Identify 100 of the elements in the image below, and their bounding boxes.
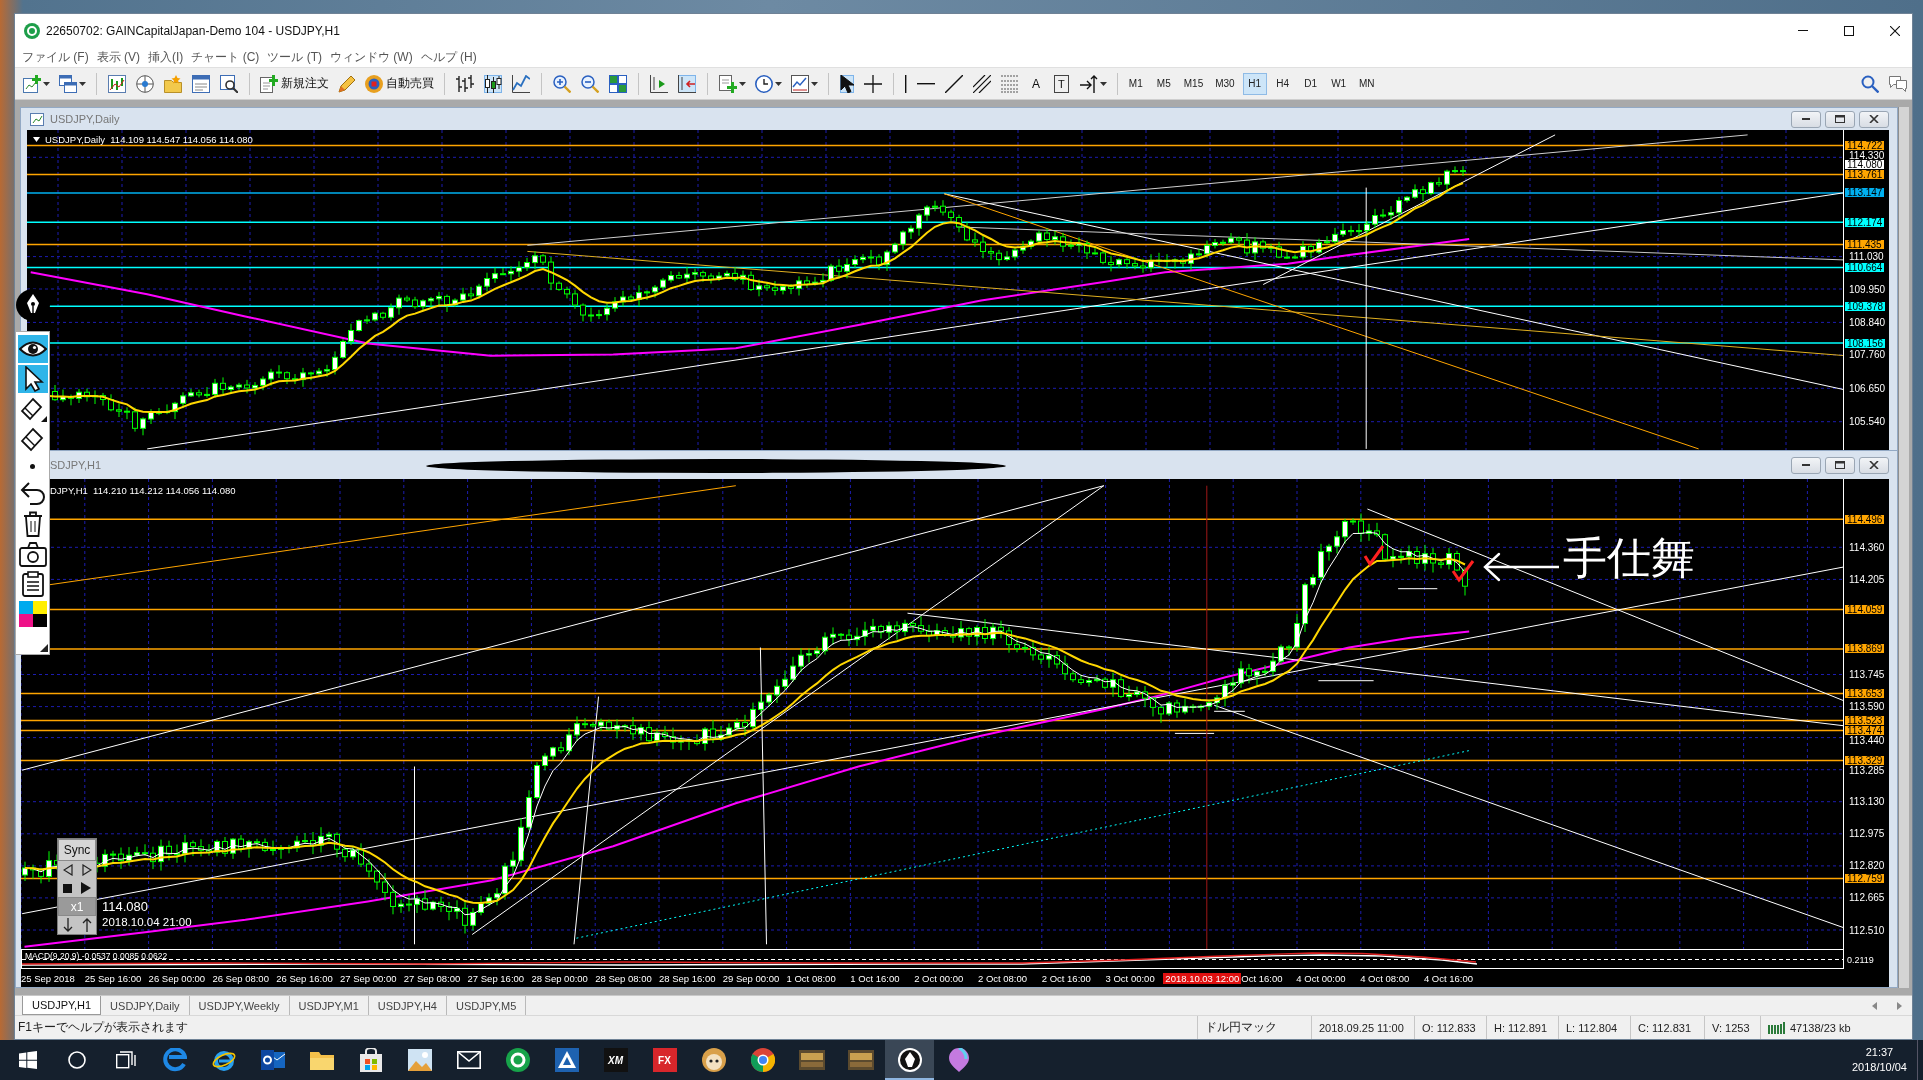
chat-bubbles-icon[interactable] [1889, 74, 1907, 93]
timeframe-button[interactable]: M5 [1151, 72, 1176, 95]
maximize-icon[interactable] [1844, 25, 1854, 36]
candlestick-icon[interactable] [484, 74, 502, 93]
restore-button[interactable] [1825, 110, 1855, 128]
step-back-icon[interactable] [62, 864, 73, 876]
vertical-scrollbar[interactable] [1898, 107, 1909, 988]
pinwheel-circle-icon[interactable] [750, 1048, 775, 1072]
picture-icon[interactable] [407, 1049, 432, 1071]
timeframe-button[interactable]: M1 [1123, 72, 1148, 95]
caret-icon[interactable] [43, 81, 50, 86]
stop-icon[interactable] [62, 883, 72, 893]
eye-icon[interactable] [17, 335, 48, 363]
minimize-button[interactable] [1791, 110, 1821, 128]
circle-app-icon[interactable] [505, 1048, 530, 1072]
caret-icon[interactable] [775, 81, 782, 86]
timeframe-button[interactable]: D1 [1298, 72, 1323, 95]
restore-button[interactable] [1825, 456, 1855, 474]
folder-star-icon[interactable] [164, 74, 182, 93]
auto-scroll-icon[interactable] [650, 74, 668, 93]
orbit-ring-icon[interactable] [211, 1048, 236, 1072]
pen-nib-icon[interactable] [15, 289, 50, 321]
caret-icon[interactable] [811, 81, 818, 86]
menu-item[interactable]: 挿入(I) [145, 47, 187, 67]
close-button[interactable] [1859, 110, 1889, 128]
ring-icon[interactable] [162, 1048, 187, 1072]
search-icon[interactable] [67, 1051, 86, 1069]
close-button[interactable] [1859, 456, 1889, 474]
pencil-icon[interactable] [338, 74, 356, 93]
caret-icon[interactable] [1099, 81, 1107, 86]
parallel-lines-icon[interactable] [973, 74, 991, 93]
zoom-in-icon[interactable] [553, 74, 571, 93]
thumbnail-icon[interactable] [847, 1050, 874, 1070]
start-icon[interactable] [18, 1051, 37, 1069]
zoom-out-icon[interactable] [581, 74, 599, 93]
sync-button[interactable]: Sync [58, 839, 96, 861]
document-plus-icon[interactable] [719, 74, 737, 93]
menu-item[interactable]: ヘルプ (H) [417, 47, 480, 67]
color-grid-icon[interactable] [17, 600, 48, 628]
down-arrow-icon[interactable] [62, 918, 73, 932]
clock-time[interactable]: 21:37 [1865, 1045, 1894, 1060]
app-logo-tile[interactable]: XM [603, 1048, 628, 1072]
minimize-button[interactable] [1791, 456, 1821, 474]
chart-plus-icon[interactable] [23, 74, 41, 93]
menu-item[interactable]: ファイル (F) [19, 47, 92, 67]
timeframe-button[interactable]: MN [1354, 72, 1379, 95]
envelope-icon[interactable] [456, 1051, 481, 1069]
chart-window-icon[interactable] [108, 74, 126, 93]
clock-icon[interactable] [755, 74, 773, 93]
step-forward-icon[interactable] [81, 864, 92, 876]
menu-item[interactable]: 表示 (V) [93, 47, 143, 67]
timeframe-button[interactable]: H4 [1270, 72, 1295, 95]
auto-trading-button[interactable]: 自動売買 [361, 71, 438, 96]
caret-icon[interactable] [739, 81, 746, 86]
up-arrow-icon[interactable] [81, 918, 92, 932]
scroll-left-icon[interactable] [1872, 1001, 1877, 1010]
timeframe-button[interactable]: M30 [1211, 72, 1239, 95]
close-icon[interactable] [1890, 25, 1900, 36]
diagonal-line-icon[interactable] [945, 74, 963, 93]
camera-icon[interactable] [17, 540, 48, 568]
cursor-icon[interactable] [17, 365, 48, 393]
crosshair-icon[interactable] [864, 74, 882, 93]
menu-item[interactable]: チャート (C) [188, 47, 263, 67]
balloon-icon[interactable] [948, 1048, 969, 1072]
magnifier-window-icon[interactable] [220, 74, 238, 93]
triangle-icon[interactable] [33, 137, 40, 142]
folder-icon[interactable] [309, 1050, 334, 1070]
timeframe-button[interactable]: H1 [1242, 72, 1267, 95]
vertical-line-icon[interactable] [905, 74, 907, 93]
label-tool-button[interactable]: T [1054, 74, 1069, 93]
timeframe-button[interactable]: W1 [1326, 72, 1351, 95]
timeframe-button[interactable]: M15 [1179, 72, 1208, 95]
menu-item[interactable]: ツール (T) [264, 47, 325, 67]
bar-chart-icon[interactable] [456, 74, 474, 93]
shopping-bag-icon[interactable] [359, 1048, 382, 1072]
line-chart-icon[interactable] [512, 74, 530, 93]
arrows-icon[interactable] [1079, 74, 1098, 93]
scroll-right-icon[interactable] [1897, 1001, 1902, 1010]
mail-tile-icon[interactable] [260, 1048, 285, 1072]
task-view-icon[interactable] [115, 1051, 136, 1069]
tile-windows-icon[interactable] [609, 74, 627, 93]
resize-grip-icon[interactable] [40, 644, 48, 652]
cursor-icon[interactable] [840, 74, 854, 93]
taskbar-button[interactable] [885, 1040, 934, 1080]
menu-item[interactable]: ウィンドウ (W) [327, 47, 416, 67]
new-order-button[interactable]: 新規注文 [256, 71, 333, 96]
windows-icon[interactable] [59, 74, 77, 93]
crosshair-circle-icon[interactable] [136, 74, 154, 93]
play-icon[interactable] [81, 882, 92, 894]
round-app-icon[interactable] [701, 1048, 726, 1072]
app-logo-tile[interactable]: FX [652, 1048, 677, 1072]
template-chart-icon[interactable] [791, 74, 809, 93]
window-icon[interactable] [192, 74, 210, 93]
dot-icon[interactable] [29, 463, 36, 470]
horizontal-line-icon[interactable] [917, 82, 935, 85]
chart-tab[interactable]: USDJPY,H1 [22, 996, 102, 1015]
clock-date[interactable]: 2018/10/04 [1851, 1060, 1907, 1075]
thumbnail-icon[interactable] [798, 1050, 825, 1070]
chart-shift-icon[interactable] [678, 74, 696, 93]
caret-icon[interactable] [79, 81, 86, 86]
